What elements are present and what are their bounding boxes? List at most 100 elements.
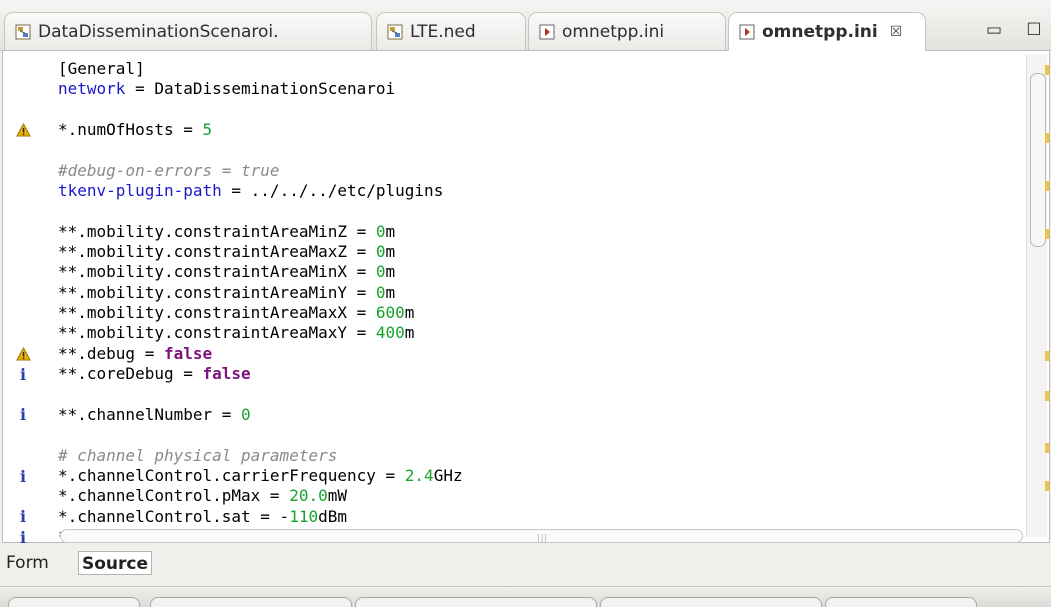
overview-warning-mark[interactable]	[1045, 391, 1049, 401]
code-token: 5	[202, 120, 213, 140]
maximize-icon[interactable]: ☐	[1024, 20, 1044, 40]
code-token: m	[385, 221, 396, 241]
code-token: **.mobility.constraintAreaMinX =	[58, 262, 376, 282]
code-line: network = DataDisseminationScenaroi	[58, 79, 1018, 99]
code-line: **.debug = false	[58, 344, 1018, 364]
info-icon[interactable]: i	[15, 466, 31, 486]
overview-warning-mark[interactable]	[1045, 181, 1049, 191]
minimize-icon[interactable]: ▭	[984, 20, 1004, 40]
code-token: # channel physical parameters	[58, 445, 338, 465]
scrollbar-thumb[interactable]	[1030, 73, 1046, 247]
code-token: = ../../../etc/plugins	[221, 181, 444, 201]
overview-warning-mark[interactable]	[1045, 443, 1049, 453]
code-token: tkenv-plugin-path	[58, 181, 222, 201]
info-icon[interactable]: i	[15, 527, 31, 547]
code-token: mW	[327, 486, 347, 506]
code-token: false	[163, 343, 213, 363]
info-icon[interactable]: i	[15, 405, 31, 425]
overview-warning-mark[interactable]	[1045, 133, 1049, 143]
overview-warning-mark[interactable]	[1045, 351, 1049, 361]
ini-file-icon	[739, 24, 755, 40]
overview-warning-mark[interactable]	[1045, 481, 1049, 491]
code-line: *.channelControl.pMax = 20.0mW	[58, 486, 1018, 506]
annotation-ruler: iiiii	[3, 51, 55, 547]
code-token: 600	[375, 303, 405, 323]
code-token: 400	[375, 323, 405, 343]
info-icon: i	[19, 364, 27, 384]
bottom-view-tabs	[0, 586, 1051, 607]
code-line: **.mobility.constraintAreaMinZ = 0m	[58, 222, 1018, 242]
info-icon: i	[19, 527, 27, 547]
tab-source[interactable]: Source	[78, 551, 153, 575]
code-token: network	[58, 79, 126, 99]
code-token: [General]	[58, 59, 145, 78]
close-tab-icon[interactable]: ☒	[890, 24, 903, 40]
warning-icon[interactable]	[15, 346, 31, 362]
code-token: *.channelControl.carrierFrequency =	[58, 465, 405, 485]
info-icon: i	[19, 405, 27, 425]
code-token: 0	[375, 221, 386, 241]
code-token: m	[404, 303, 415, 323]
ini-file-icon	[539, 24, 555, 39]
info-icon[interactable]: i	[15, 507, 31, 526]
tab-label: DataDisseminationScenaroi.	[38, 21, 279, 42]
code-line: **.mobility.constraintAreaMaxX = 600m	[58, 303, 1018, 323]
code-token: #debug-on-errors = true	[58, 160, 280, 180]
tab-form[interactable]: Form	[3, 551, 52, 575]
ned-file-icon	[15, 24, 31, 39]
code-token: m	[385, 242, 396, 262]
ini-source-editor[interactable]: iiiii [General] network = DataDisseminati…	[2, 50, 1050, 547]
tab-omnetpp-ini[interactable]: omnetpp.ini	[528, 12, 726, 50]
overview-ruler	[1045, 51, 1049, 541]
code-token: **.mobility.constraintAreaMaxY =	[58, 323, 376, 343]
overview-warning-mark[interactable]	[1045, 229, 1049, 239]
tab-omnetpp-ini-active[interactable]: omnetpp.ini ☒	[728, 12, 926, 51]
tab-datadisseminationscenaroi-ned[interactable]: DataDisseminationScenaroi.	[4, 12, 372, 50]
tab-label: omnetpp.ini	[562, 21, 665, 42]
code-line: **.mobility.constraintAreaMinY = 0m	[58, 283, 1018, 303]
code-token: *.channelControl.pMax =	[58, 486, 290, 506]
code-token: false	[202, 364, 251, 384]
overview-warning-mark[interactable]	[1045, 65, 1049, 75]
vertical-scrollbar[interactable]	[1026, 55, 1047, 537]
code-token: 0	[375, 282, 386, 302]
code-token: = DataDisseminationScenaroi	[125, 79, 396, 99]
code-token: GHz	[433, 465, 463, 485]
code-line: **.mobility.constraintAreaMaxZ = 0m	[58, 242, 1018, 262]
code-line: #debug-on-errors = true	[58, 161, 1018, 181]
warning-icon	[15, 123, 31, 137]
horizontal-scrollbar[interactable]: |||	[60, 529, 1023, 543]
tab-label: omnetpp.ini	[762, 22, 878, 42]
code-token: *.channelControl.sat = -	[58, 506, 290, 526]
code-token: 0	[375, 242, 386, 262]
code-line: [General]	[58, 59, 1018, 79]
ned-file-icon	[387, 24, 403, 39]
scrollbar-grip: |||	[537, 533, 549, 542]
code-line: **.coreDebug = false	[58, 364, 1018, 384]
tab-lte-ned[interactable]: LTE.ned	[376, 12, 526, 50]
code-token: **.coreDebug =	[58, 364, 203, 384]
warning-icon[interactable]	[15, 122, 31, 138]
code-token: m	[404, 323, 415, 343]
code-line: *.numOfHosts = 5	[58, 120, 1018, 140]
info-icon[interactable]: i	[15, 364, 31, 384]
code-area[interactable]: [General] network = DataDisseminationScen…	[58, 59, 1018, 539]
code-line: **.channelNumber = 0	[58, 405, 1018, 425]
code-token: dBm	[318, 506, 347, 526]
code-token: 0	[375, 262, 386, 282]
code-line: # channel physical parameters	[58, 446, 1018, 466]
editor-tab-bar: DataDisseminationScenaroi. LTE.ned omnet…	[0, 0, 1051, 51]
code-line: **.mobility.constraintAreaMinX = 0m	[58, 262, 1018, 282]
code-token: 0	[241, 404, 251, 424]
code-line: **.mobility.constraintAreaMaxY = 400m	[58, 323, 1018, 343]
code-token: **.mobility.constraintAreaMinZ =	[58, 221, 376, 241]
code-token: **.mobility.constraintAreaMaxX =	[58, 303, 376, 323]
code-token: **.debug =	[58, 343, 164, 363]
editor-mode-tabs: Form Source	[0, 546, 1051, 582]
code-token: **.mobility.constraintAreaMinY =	[58, 282, 376, 302]
info-icon: i	[19, 466, 27, 486]
